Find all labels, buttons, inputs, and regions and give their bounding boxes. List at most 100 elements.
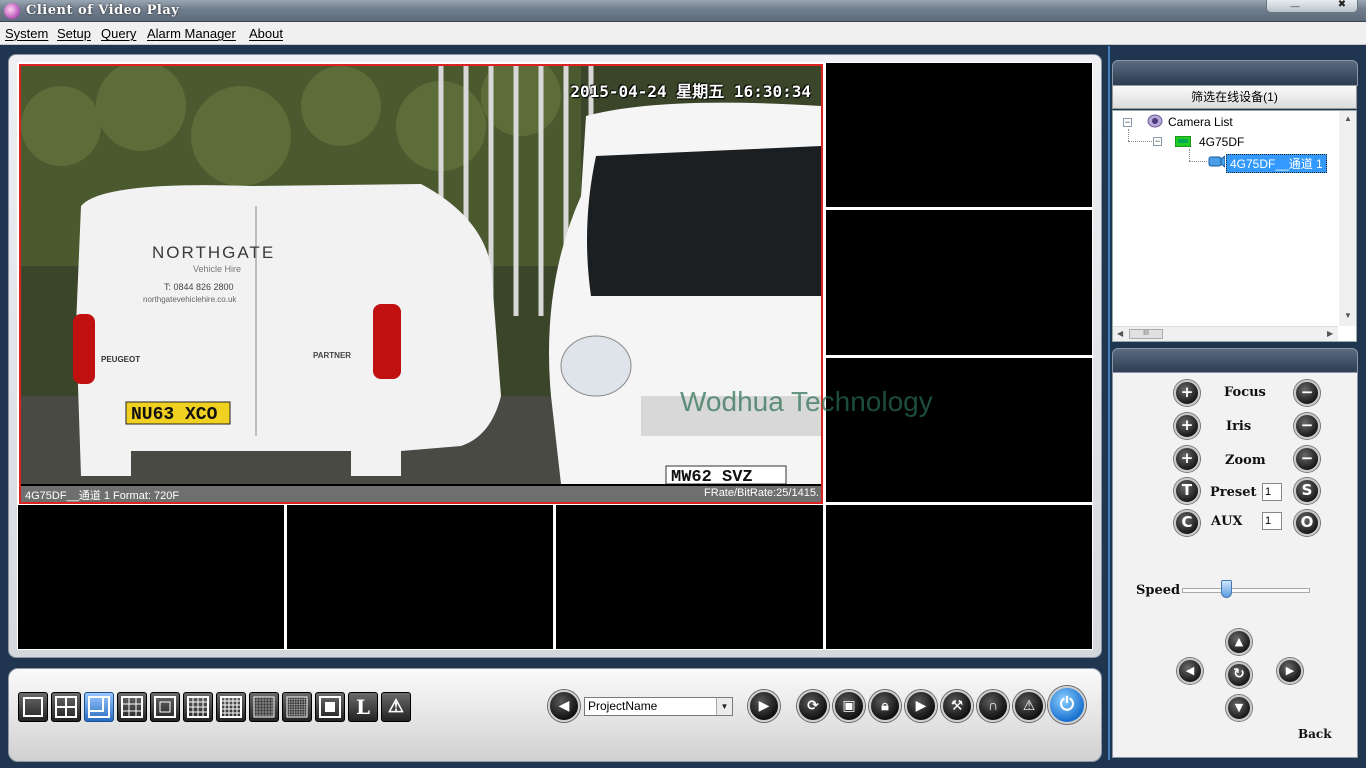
- device-panel-header: [1112, 60, 1358, 86]
- camera-tree[interactable]: − Camera List − 4G75DF 4G75DF__通道 1: [1112, 110, 1357, 342]
- playback-icon[interactable]: ▶: [905, 690, 937, 722]
- layout-4-button[interactable]: [51, 692, 81, 722]
- project-name-select[interactable]: ProjectName ▼: [584, 697, 733, 716]
- preset-goto-button[interactable]: T: [1174, 478, 1200, 504]
- ptz-right-button[interactable]: ▶: [1277, 658, 1303, 684]
- layout-6-button[interactable]: [84, 692, 114, 722]
- alarm-icon[interactable]: ⚠: [1013, 690, 1045, 722]
- van-web-text: northgatevehiclehire.co.uk: [143, 295, 237, 304]
- camera-feed: NORTHGATE Vehicle Hire T: 0844 826 2800 …: [21, 66, 821, 484]
- tree-device-label[interactable]: 4G75DF: [1199, 135, 1244, 149]
- alarm-layout-button[interactable]: ⚠: [381, 692, 411, 722]
- zoom-minus-button[interactable]: −: [1294, 446, 1320, 472]
- headphones-icon[interactable]: ∩: [977, 690, 1009, 722]
- camera-list-icon: [1147, 114, 1163, 128]
- speed-slider-track[interactable]: [1182, 588, 1310, 593]
- video-grid: NORTHGATE Vehicle Hire T: 0844 826 2800 …: [17, 62, 1093, 650]
- preset-set-button[interactable]: S: [1294, 478, 1320, 504]
- layout-25-button[interactable]: [249, 692, 279, 722]
- iris-minus-button[interactable]: −: [1294, 413, 1320, 439]
- channel-format-label: 4G75DF__通道 1 Format: 720F: [25, 490, 180, 502]
- refresh-icon[interactable]: ⟳: [797, 690, 829, 722]
- peugeot-text: PEUGEOT: [101, 355, 140, 364]
- video-cell-main[interactable]: NORTHGATE Vehicle Hire T: 0844 826 2800 …: [19, 64, 823, 504]
- layout-1-button[interactable]: [18, 692, 48, 722]
- record-camera-icon[interactable]: ▣: [833, 690, 865, 722]
- scroll-down-icon[interactable]: ▼: [1344, 311, 1352, 320]
- video-cell-5[interactable]: [18, 505, 284, 649]
- video-cell-3[interactable]: [826, 210, 1092, 355]
- video-cell-8[interactable]: [826, 505, 1092, 649]
- osd-timestamp: 2015-04-24 星期五 16:30:34: [570, 82, 811, 101]
- video-cell-4[interactable]: [826, 358, 1092, 502]
- tree-horizontal-scrollbar[interactable]: ◀ III ▶: [1113, 326, 1338, 341]
- video-status-strip: 4G75DF__通道 1 Format: 720F FRate/BitRate:…: [21, 486, 821, 502]
- expand-device-icon[interactable]: −: [1153, 137, 1162, 146]
- focus-label: Focus: [1224, 385, 1266, 400]
- ptz-panel-header: [1112, 348, 1358, 374]
- speed-slider-thumb[interactable]: [1221, 580, 1232, 598]
- plate-right: MW62 SVZ: [671, 468, 753, 484]
- menu-setup[interactable]: Setup: [57, 26, 91, 41]
- menu-about[interactable]: About: [249, 26, 283, 41]
- ptz-auto-button[interactable]: ↻: [1226, 662, 1252, 688]
- zoom-plus-button[interactable]: +: [1174, 446, 1200, 472]
- close-button[interactable]: ✖: [1335, 0, 1349, 10]
- layout-16-button[interactable]: [216, 692, 246, 722]
- menu-alarm-manager[interactable]: Alarm Manager: [147, 26, 236, 41]
- preset-number-input[interactable]: 1: [1262, 483, 1282, 501]
- plate-left: NU63 XCO: [131, 405, 218, 425]
- aux-number-input[interactable]: 1: [1262, 512, 1282, 530]
- ptz-down-button[interactable]: ▼: [1226, 695, 1252, 721]
- app-icon: [4, 3, 20, 19]
- aux-label: AUX: [1211, 514, 1243, 529]
- next-project-button[interactable]: ▶: [748, 690, 780, 722]
- scroll-left-icon[interactable]: ◀: [1117, 329, 1123, 338]
- lock-icon[interactable]: 🔒︎: [869, 690, 901, 722]
- focus-minus-button[interactable]: −: [1294, 380, 1320, 406]
- prev-project-button[interactable]: ◀: [548, 690, 580, 722]
- layout-36-button[interactable]: [282, 692, 312, 722]
- title-bar: Client of Video Play — ✖: [0, 0, 1366, 22]
- preset-label: Preset: [1210, 485, 1257, 500]
- wrench-icon[interactable]: ⚒: [941, 690, 973, 722]
- aux-open-button[interactable]: O: [1294, 510, 1320, 536]
- window-title: Client of Video Play: [26, 3, 180, 18]
- power-icon[interactable]: ⏻: [1048, 686, 1086, 724]
- camera-image: NORTHGATE Vehicle Hire T: 0844 826 2800 …: [21, 66, 821, 484]
- ptz-up-button[interactable]: ▲: [1226, 629, 1252, 655]
- van-brand-text: NORTHGATE: [152, 243, 275, 262]
- focus-plus-button[interactable]: +: [1174, 380, 1200, 406]
- watermark-text: Wodhua Technology: [680, 386, 933, 417]
- tree-channel-selected[interactable]: 4G75DF__通道 1: [1226, 154, 1327, 173]
- filter-online-devices-button[interactable]: 筛选在线设备(1): [1112, 85, 1357, 109]
- iris-label: Iris: [1226, 419, 1252, 434]
- layout-9-button[interactable]: [150, 692, 180, 722]
- layout-l-button[interactable]: L: [348, 692, 378, 722]
- tree-root-label[interactable]: Camera List: [1168, 115, 1233, 129]
- device-online-icon: [1175, 136, 1191, 147]
- video-cell-2[interactable]: [826, 63, 1092, 207]
- fullscreen-button[interactable]: [315, 692, 345, 722]
- van-sub-text: Vehicle Hire: [193, 264, 241, 274]
- expand-root-icon[interactable]: −: [1123, 118, 1132, 127]
- ptz-left-button[interactable]: ◀: [1177, 658, 1203, 684]
- video-cell-7[interactable]: [556, 505, 823, 649]
- video-cell-6[interactable]: [287, 505, 553, 649]
- layout-8-button[interactable]: [117, 692, 147, 722]
- minimize-button[interactable]: —: [1283, 2, 1307, 11]
- select-arrow-icon[interactable]: ▼: [716, 698, 732, 715]
- horizontal-scroll-thumb[interactable]: III: [1129, 329, 1163, 339]
- menu-system[interactable]: System: [5, 26, 48, 41]
- tree-vertical-scrollbar[interactable]: ▲ ▼: [1339, 111, 1356, 326]
- window-controls: — ✖: [1266, 0, 1358, 13]
- menu-query[interactable]: Query: [101, 26, 136, 41]
- partner-text: PARTNER: [313, 351, 351, 360]
- layout-13-button[interactable]: [183, 692, 213, 722]
- iris-plus-button[interactable]: +: [1174, 413, 1200, 439]
- van-phone-text: T: 0844 826 2800: [164, 282, 234, 292]
- scroll-right-icon[interactable]: ▶: [1327, 329, 1333, 338]
- aux-close-button[interactable]: C: [1174, 510, 1200, 536]
- back-button[interactable]: Back: [1298, 727, 1332, 741]
- scroll-up-icon[interactable]: ▲: [1344, 114, 1352, 123]
